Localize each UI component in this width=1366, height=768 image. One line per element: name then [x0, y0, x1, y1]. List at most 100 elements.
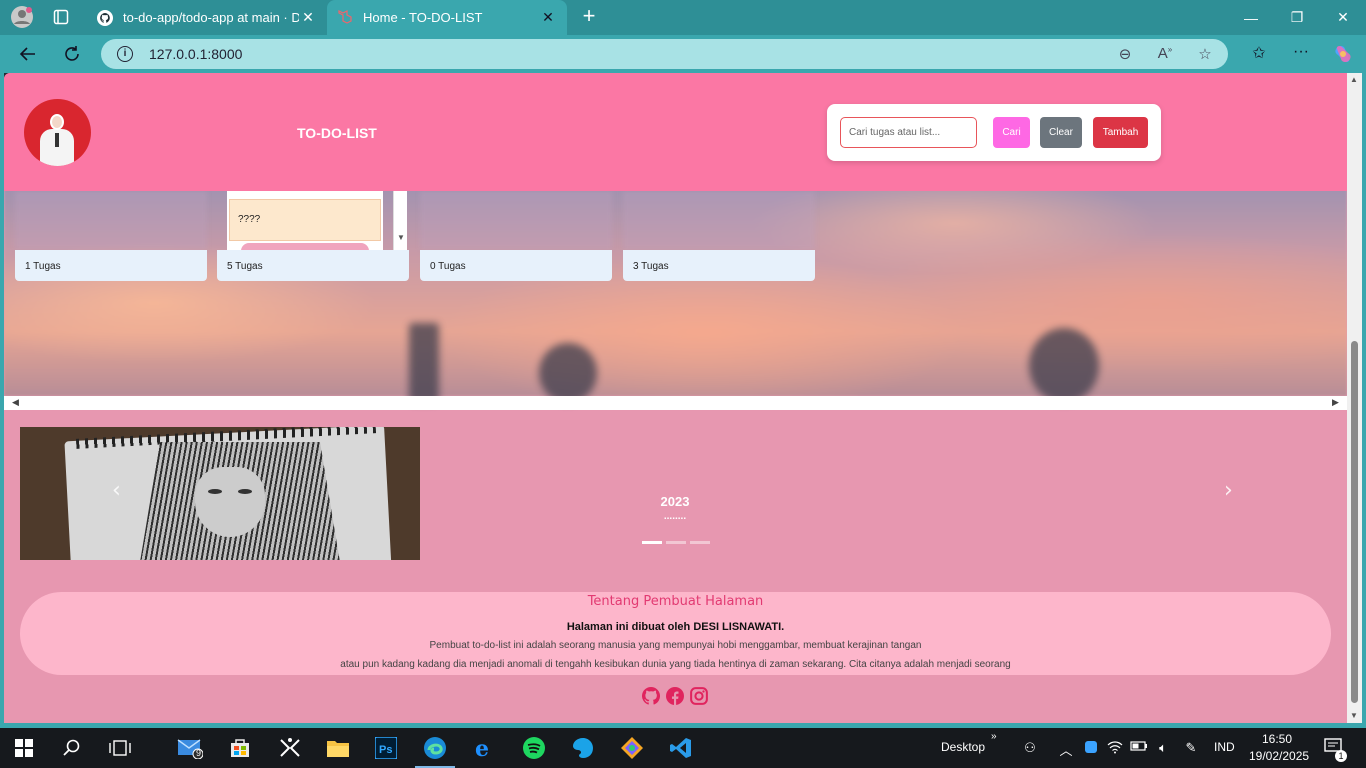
about-heading: Tentang Pembuat Halaman: [587, 594, 764, 609]
task-count: 1 Tugas: [15, 250, 207, 281]
vertical-scrollbar[interactable]: ▲ ▼: [1347, 73, 1362, 723]
page-header: TO-DO-LIST Cari Clear Tambah: [4, 73, 1347, 191]
close-window-icon[interactable]: ✕: [1320, 0, 1366, 35]
zoom-out-icon[interactable]: ⊖: [1115, 45, 1135, 63]
add-button[interactable]: Tambah: [1093, 117, 1148, 148]
scroll-up-icon[interactable]: ▲: [1350, 75, 1358, 84]
app-colorful-icon[interactable]: [619, 735, 645, 761]
desktop-label[interactable]: Desktop: [941, 740, 985, 754]
close-tab-icon[interactable]: ✕: [539, 9, 557, 26]
chevron-up-icon[interactable]: ︿: [1057, 740, 1075, 759]
carousel-indicator[interactable]: [642, 541, 662, 544]
tab-github[interactable]: to-do-app/todo-app at main · DE ✕: [87, 0, 327, 35]
carousel-caption-title: 2023: [660, 494, 690, 509]
task-view-icon[interactable]: [107, 735, 133, 761]
svg-text:e: e: [475, 737, 489, 759]
app-tray-icon[interactable]: [1082, 740, 1100, 757]
copilot-icon[interactable]: [1331, 43, 1355, 65]
restore-icon[interactable]: ❐: [1274, 0, 1320, 35]
clock-date[interactable]: 19/02/2025: [1249, 749, 1309, 763]
avatar: [24, 99, 91, 166]
more-menu-icon[interactable]: ···: [1289, 43, 1313, 65]
carousel-caption-text: ........: [663, 511, 687, 522]
app-dancer-icon[interactable]: [277, 735, 303, 761]
people-icon[interactable]: ⚇: [1021, 740, 1039, 756]
card-scrollbar[interactable]: ▼: [393, 191, 407, 250]
tab-actions-icon[interactable]: [47, 4, 75, 30]
scrollbar-thumb[interactable]: [1351, 341, 1358, 703]
address-toolbar: i 127.0.0.1:8000 ⊖ A» ☆ ✩ ···: [0, 35, 1366, 73]
instagram-icon[interactable]: [690, 687, 708, 705]
background-silhouette: [539, 343, 597, 403]
task-count: 3 Tugas: [623, 250, 815, 281]
tab-title: Home - TO-DO-LIST: [363, 10, 483, 25]
github-icon[interactable]: [642, 687, 660, 705]
battery-icon[interactable]: [1130, 740, 1148, 755]
card-body: [623, 191, 815, 250]
about-text-line: atau pun kadang kadang dia menjadi anoma…: [340, 659, 1011, 670]
favorite-star-icon[interactable]: ☆: [1195, 45, 1215, 63]
pen-icon[interactable]: ✎: [1182, 740, 1200, 756]
background-silhouette: [1029, 328, 1099, 403]
clear-button[interactable]: Clear: [1040, 117, 1082, 148]
search-icon[interactable]: [59, 735, 85, 761]
close-tab-icon[interactable]: ✕: [299, 9, 317, 26]
chevron-right-icon[interactable]: »: [991, 731, 997, 742]
scroll-right-icon[interactable]: ▶: [1332, 397, 1339, 408]
mail-badge: 9: [196, 748, 202, 758]
favorites-icon[interactable]: ✩: [1247, 43, 1271, 65]
window-border-right: [1362, 73, 1366, 728]
language-indicator[interactable]: IND: [1214, 740, 1235, 754]
volume-mute-icon[interactable]: 🔈︎: [1154, 740, 1172, 756]
task-list-card[interactable]: 1 Tugas: [15, 191, 207, 281]
profile-icon[interactable]: [8, 4, 36, 30]
task-list-card[interactable]: 0 Tugas: [420, 191, 612, 281]
facebook-icon[interactable]: [666, 687, 684, 705]
scroll-down-icon[interactable]: ▼: [397, 233, 405, 242]
app-blue-icon[interactable]: [570, 735, 596, 761]
ie-icon[interactable]: e: [472, 735, 498, 761]
carousel-indicator[interactable]: [666, 541, 686, 544]
horizontal-scrollbar[interactable]: ◀ ▶: [4, 396, 1347, 410]
back-icon[interactable]: [13, 40, 43, 68]
file-explorer-icon[interactable]: [325, 735, 351, 761]
task-count: 0 Tugas: [420, 250, 612, 281]
scroll-down-icon[interactable]: ▼: [1350, 711, 1358, 720]
refresh-icon[interactable]: [57, 40, 87, 68]
new-tab-button[interactable]: +: [576, 4, 602, 30]
tab-home[interactable]: Home - TO-DO-LIST ✕: [327, 0, 567, 35]
browser-tab-bar: to-do-app/todo-app at main · DE ✕ Home -…: [0, 0, 1366, 35]
clock-time[interactable]: 16:50: [1249, 732, 1305, 746]
search-button[interactable]: Cari: [993, 117, 1030, 148]
store-icon[interactable]: [227, 735, 253, 761]
about-author: Halaman ini dibuat oleh DESI LISNAWATI.: [566, 621, 785, 633]
spotify-icon[interactable]: [521, 735, 547, 761]
github-favicon-icon: [97, 9, 113, 26]
search-input[interactable]: [840, 117, 977, 148]
card-body: [15, 191, 207, 250]
carousel-indicator[interactable]: [690, 541, 710, 544]
svg-text:Ps: Ps: [379, 744, 392, 756]
social-links: [642, 687, 712, 707]
edge-icon[interactable]: [422, 735, 448, 761]
vscode-icon[interactable]: [668, 735, 694, 761]
background-silhouette: [409, 323, 439, 403]
carousel-prev-icon[interactable]: ‹: [112, 478, 121, 503]
wifi-icon[interactable]: [1106, 740, 1124, 757]
photoshop-icon[interactable]: Ps: [373, 735, 399, 761]
laravel-favicon-icon: [337, 9, 353, 26]
address-bar[interactable]: i 127.0.0.1:8000 ⊖ A» ☆: [101, 39, 1228, 69]
task-note[interactable]: ????: [229, 199, 381, 241]
taskbar: 9 Ps e Desktop » ⚇ ︿ 🔈︎ ✎ IND 16:50 19/0…: [0, 728, 1366, 768]
about-section: Tentang Pembuat Halaman Halaman ini dibu…: [20, 592, 1331, 675]
task-count: 5 Tugas: [217, 250, 409, 281]
read-aloud-icon[interactable]: A»: [1155, 45, 1175, 63]
scroll-left-icon[interactable]: ◀: [12, 397, 19, 408]
carousel-next-icon[interactable]: ›: [1224, 478, 1233, 503]
task-list-card[interactable]: ???? ▼ 5 Tugas: [217, 191, 409, 281]
mail-icon[interactable]: 9: [177, 735, 203, 761]
minimize-icon[interactable]: —: [1228, 0, 1274, 35]
task-list-card[interactable]: 3 Tugas: [623, 191, 815, 281]
site-info-icon[interactable]: i: [117, 46, 133, 62]
windows-start-icon[interactable]: [11, 735, 37, 761]
